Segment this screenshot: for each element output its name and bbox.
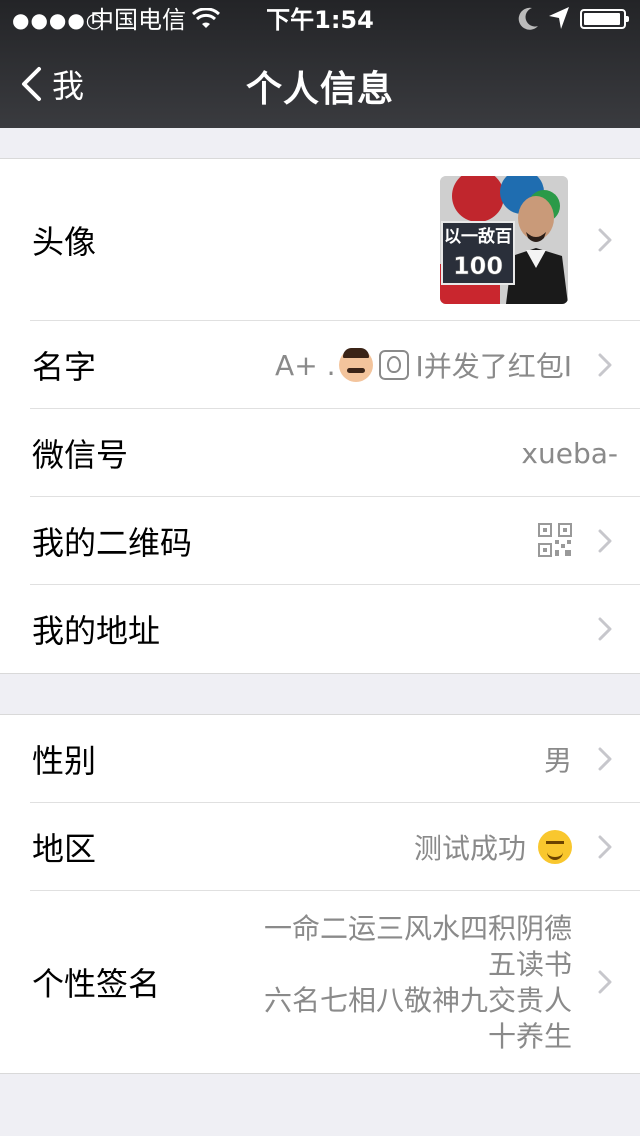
avatar-label: 头像 bbox=[32, 223, 97, 261]
signature-row[interactable]: 个性签名 一命二运三风水四积阴德 五读书 六名七相八敬神九交贵人 十养生 bbox=[0, 891, 640, 1073]
name-value-prefix: A+ . bbox=[275, 348, 336, 382]
gender-value: 男 bbox=[543, 744, 572, 777]
moon-icon bbox=[518, 7, 538, 30]
details-section: 性别 男 地区 测试成功 个性签名 一命二运三风水四积阴德 五读书 六名七相八敬… bbox=[0, 714, 640, 1074]
name-value-suffix: I并发了红包I bbox=[415, 350, 572, 383]
avatar-row[interactable]: 头像 以一敌百 100 bbox=[0, 159, 640, 321]
smile-emoji-icon bbox=[538, 830, 572, 864]
signature-label: 个性签名 bbox=[32, 965, 161, 1003]
name-value: A+ . I并发了红包I bbox=[242, 321, 572, 409]
wechat-id-value: xueba- bbox=[521, 436, 618, 470]
page-title: 个人信息 bbox=[245, 69, 394, 110]
qr-code-row[interactable]: 我的二维码 bbox=[0, 497, 640, 585]
alien-icon bbox=[379, 350, 410, 380]
nav-bar: ●●●●○ 中国电信 下午1:54 我 个人信息 bbox=[0, 0, 640, 128]
gender-row[interactable]: 性别 男 bbox=[0, 715, 640, 803]
status-time: 下午1:54 bbox=[266, 6, 374, 34]
address-label: 我的地址 bbox=[32, 612, 161, 650]
chevron-right-icon bbox=[598, 970, 612, 994]
signature-value: 一命二运三风水四积阴德 五读书 六名七相八敬神九交贵人 十养生 bbox=[232, 911, 572, 1055]
chevron-right-icon bbox=[598, 617, 612, 641]
chevron-right-icon bbox=[598, 228, 612, 252]
region-label: 地区 bbox=[32, 830, 97, 868]
avatar-text-top: 以一敌百 bbox=[444, 226, 512, 247]
man-emoji-icon bbox=[339, 348, 374, 382]
name-row[interactable]: 名字 A+ . I并发了红包I bbox=[0, 321, 640, 409]
wechat-id-label: 微信号 bbox=[32, 436, 129, 474]
region-value-text: 测试成功 bbox=[413, 832, 526, 865]
signature-line: 一命二运三风水四积阴德 bbox=[263, 912, 572, 945]
signature-line: 十养生 bbox=[487, 1020, 572, 1053]
status-bar: ●●●●○ 中国电信 下午1:54 bbox=[0, 0, 640, 40]
name-label: 名字 bbox=[32, 348, 97, 386]
wechat-id-row: 微信号 xueba- bbox=[0, 409, 640, 497]
location-icon bbox=[549, 7, 569, 29]
qr-code-label: 我的二维码 bbox=[32, 524, 193, 562]
signature-line: 六名七相八敬神九交贵人 bbox=[263, 984, 572, 1017]
address-row[interactable]: 我的地址 bbox=[0, 585, 640, 673]
avatar: 以一敌百 100 bbox=[440, 176, 568, 304]
region-value: 测试成功 bbox=[414, 803, 572, 891]
profile-section: 头像 以一敌百 100 名字 A+ . I并发了红包I 微信号 xueba- 我… bbox=[0, 158, 640, 674]
avatar-text-bottom: 100 bbox=[453, 252, 503, 280]
chevron-right-icon bbox=[598, 529, 612, 553]
chevron-right-icon bbox=[598, 353, 612, 377]
chevron-right-icon bbox=[598, 835, 612, 859]
region-row[interactable]: 地区 测试成功 bbox=[0, 803, 640, 891]
battery-icon bbox=[580, 9, 629, 29]
gender-label: 性别 bbox=[32, 742, 97, 780]
qr-code-icon bbox=[538, 523, 572, 557]
chevron-right-icon bbox=[598, 747, 612, 771]
signature-line: 五读书 bbox=[487, 948, 572, 981]
